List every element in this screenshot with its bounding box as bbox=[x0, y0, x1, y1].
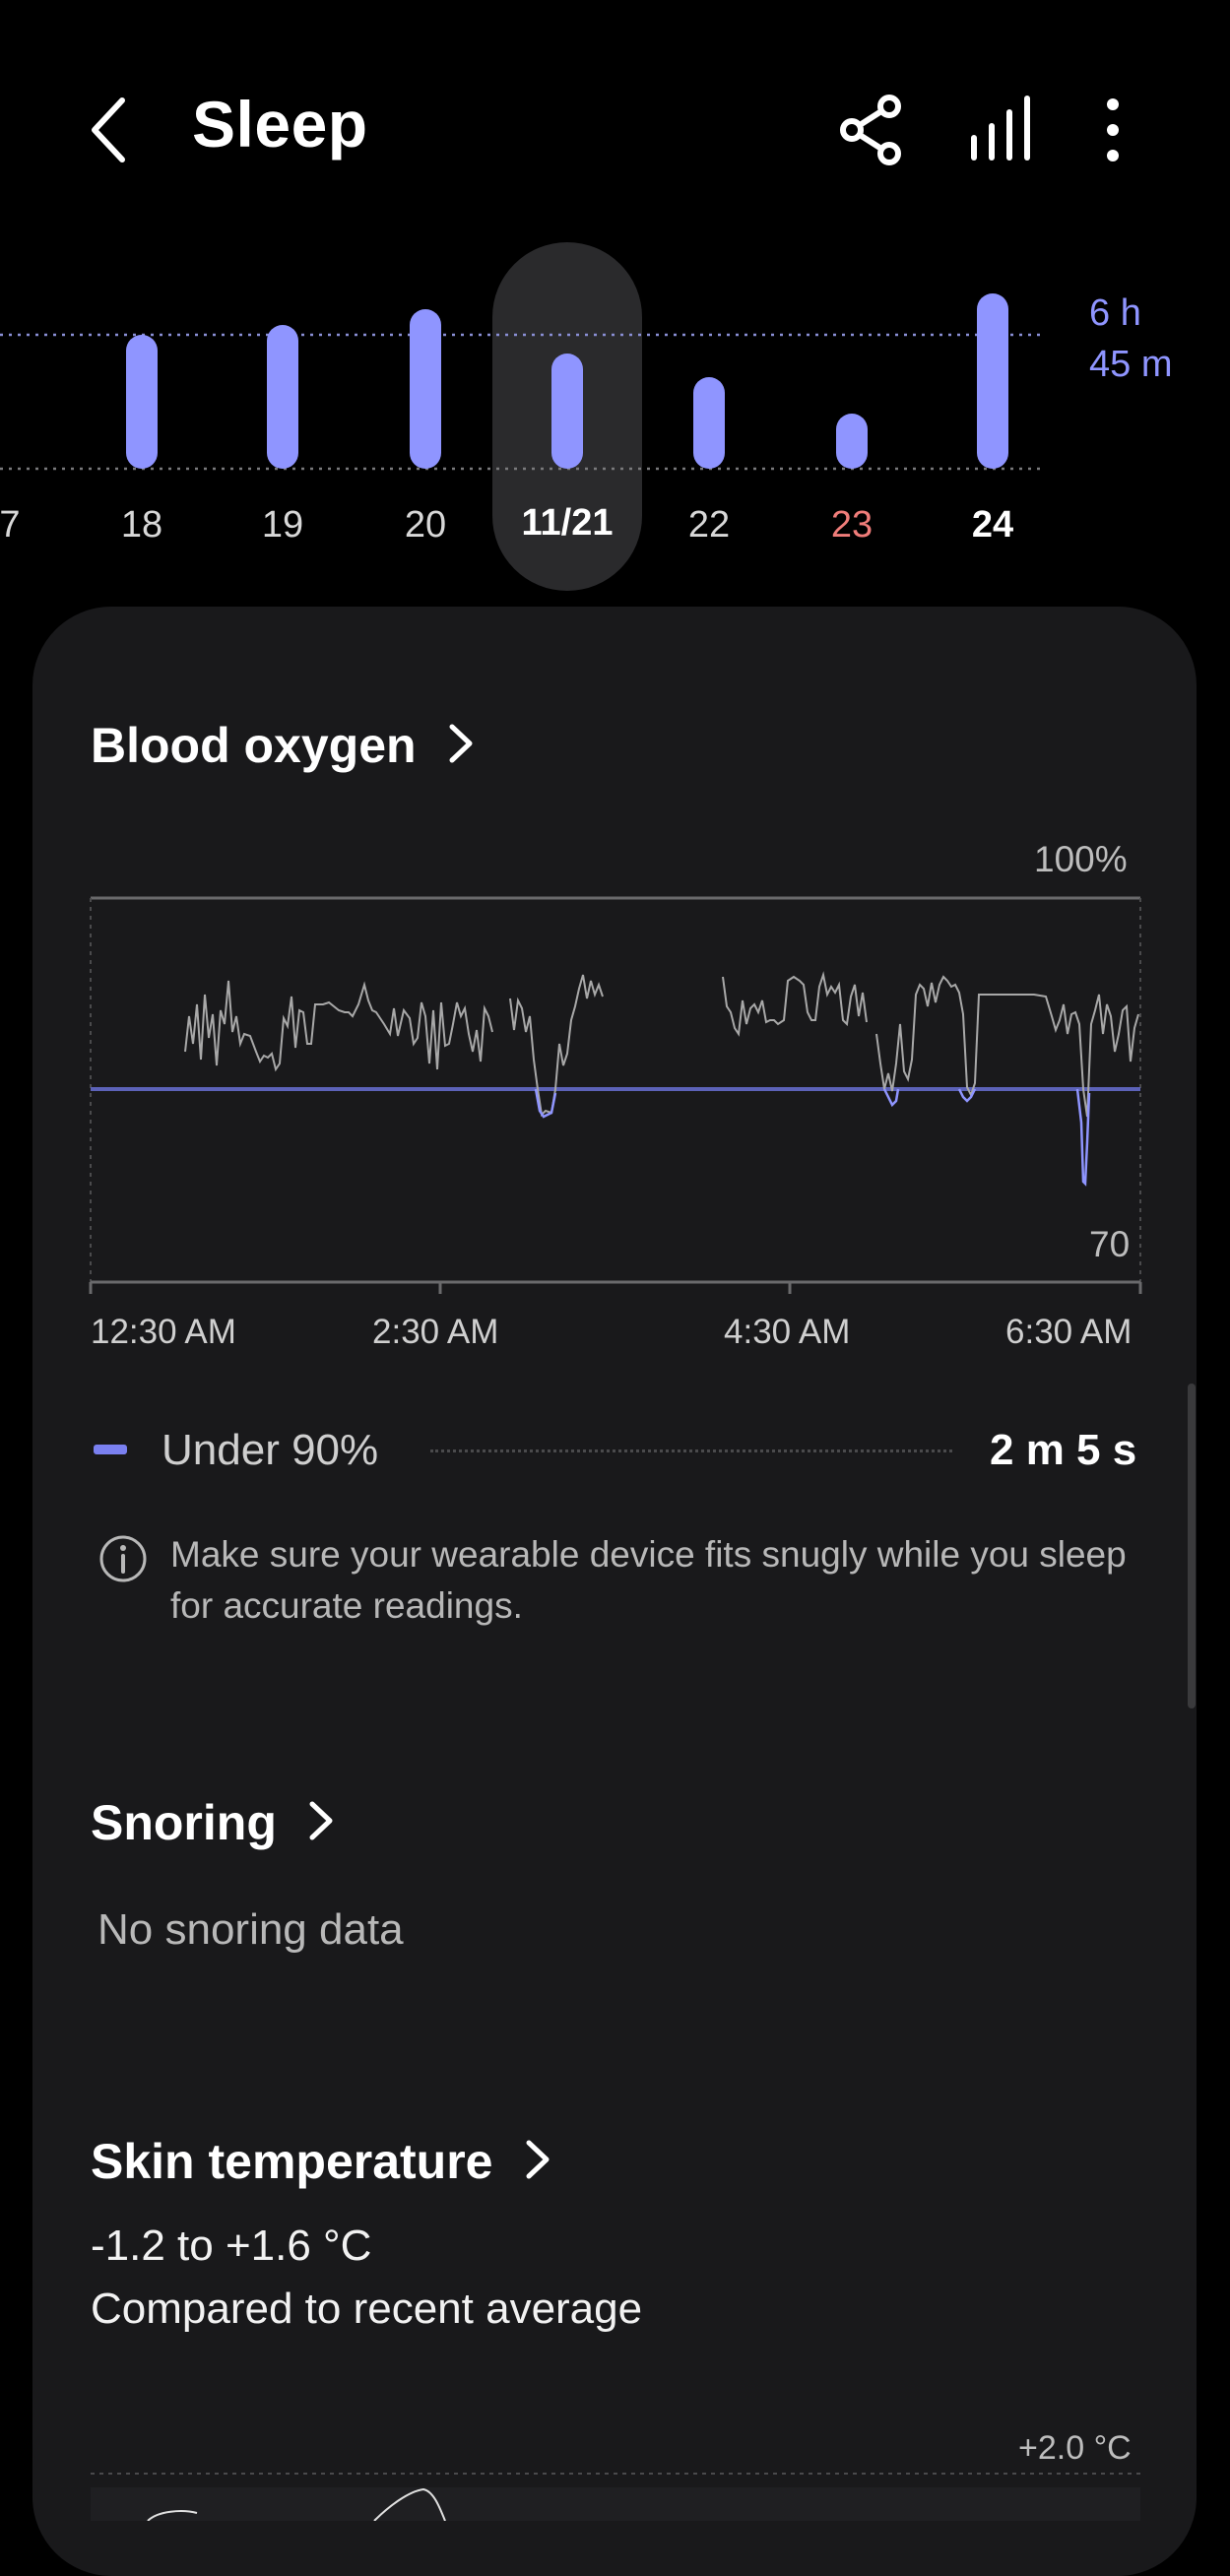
day-label[interactable]: 19 bbox=[233, 504, 332, 547]
day-bar-11-21[interactable] bbox=[551, 354, 583, 469]
day-label[interactable]: 22 bbox=[660, 504, 758, 547]
share-icon bbox=[840, 95, 901, 165]
blood-oxygen-chart bbox=[89, 896, 1142, 1294]
snoring-header[interactable]: Snoring bbox=[91, 1794, 342, 1851]
day-label[interactable]: 7 bbox=[0, 504, 59, 547]
blood-oxygen-y-max: 100% bbox=[1034, 839, 1128, 879]
day-label-weekend[interactable]: 23 bbox=[803, 504, 901, 547]
day-label[interactable]: 20 bbox=[376, 504, 475, 547]
spo2-below-90-2 bbox=[882, 1088, 900, 1108]
sleep-duration: 6 h 45 m bbox=[1089, 288, 1172, 390]
day-label-today[interactable]: 24 bbox=[943, 504, 1042, 547]
day-bar-19[interactable] bbox=[267, 325, 298, 469]
more-vertical-icon bbox=[1107, 98, 1119, 161]
legend-value: 2 m 5 s bbox=[990, 1426, 1137, 1474]
legend-dotted-leader bbox=[430, 1449, 952, 1452]
blood-oxygen-header[interactable]: Blood oxygen bbox=[91, 717, 482, 774]
chevron-right-icon bbox=[309, 1801, 333, 1840]
x-tick-label: 6:30 AM bbox=[1005, 1313, 1133, 1351]
snoring-empty-text: No snoring data bbox=[97, 1905, 404, 1954]
x-tick-label: 12:30 AM bbox=[91, 1313, 236, 1351]
skin-temperature-subtitle: Compared to recent average bbox=[91, 2285, 643, 2333]
day-bar-23[interactable] bbox=[836, 414, 868, 469]
day-bar-20[interactable] bbox=[410, 309, 441, 469]
more-button[interactable] bbox=[1073, 91, 1152, 169]
stats-button[interactable] bbox=[960, 91, 1039, 169]
day-bar-24[interactable] bbox=[977, 293, 1008, 469]
info-text: Make sure your wearable device fits snug… bbox=[170, 1534, 1127, 1626]
skin-temperature-title: Skin temperature bbox=[91, 2134, 493, 2189]
chevron-right-icon bbox=[526, 2140, 550, 2179]
legend-label: Under 90% bbox=[162, 1426, 379, 1474]
bar-chart-icon bbox=[971, 96, 1030, 161]
x-tick-label: 4:30 AM bbox=[724, 1313, 851, 1351]
day-label-selected[interactable]: 11/21 bbox=[518, 502, 616, 545]
scrollbar[interactable] bbox=[1188, 1384, 1196, 1708]
skin-temperature-range: -1.2 to +1.6 °C bbox=[91, 2222, 372, 2270]
day-bar-18[interactable] bbox=[126, 335, 158, 469]
legend-swatch bbox=[94, 1445, 127, 1454]
spo2-trace-3 bbox=[722, 971, 868, 1037]
page-title: Sleep bbox=[192, 88, 368, 161]
back-button[interactable] bbox=[79, 91, 148, 169]
day-label[interactable]: 18 bbox=[93, 504, 191, 547]
chart-area bbox=[91, 2487, 1140, 2521]
share-button[interactable] bbox=[832, 91, 911, 169]
chevron-left-icon bbox=[92, 97, 125, 162]
skin-temperature-chart bbox=[91, 2473, 1140, 2521]
blood-oxygen-title: Blood oxygen bbox=[91, 718, 417, 773]
spo2-trace-1 bbox=[184, 980, 493, 1072]
day-bar-22[interactable] bbox=[693, 377, 725, 469]
spo2-trace-4 bbox=[875, 975, 1139, 1118]
blood-oxygen-y-min: 70 bbox=[1089, 1224, 1131, 1264]
chevron-right-icon bbox=[449, 724, 473, 763]
skin-temperature-header[interactable]: Skin temperature bbox=[91, 2133, 558, 2190]
x-tick-label: 2:30 AM bbox=[372, 1313, 499, 1351]
sleep-duration-hours: 6 h bbox=[1089, 292, 1141, 334]
snoring-title: Snoring bbox=[91, 1795, 277, 1850]
info-icon bbox=[99, 1535, 147, 1582]
sleep-duration-minutes: 45 m bbox=[1089, 344, 1173, 385]
